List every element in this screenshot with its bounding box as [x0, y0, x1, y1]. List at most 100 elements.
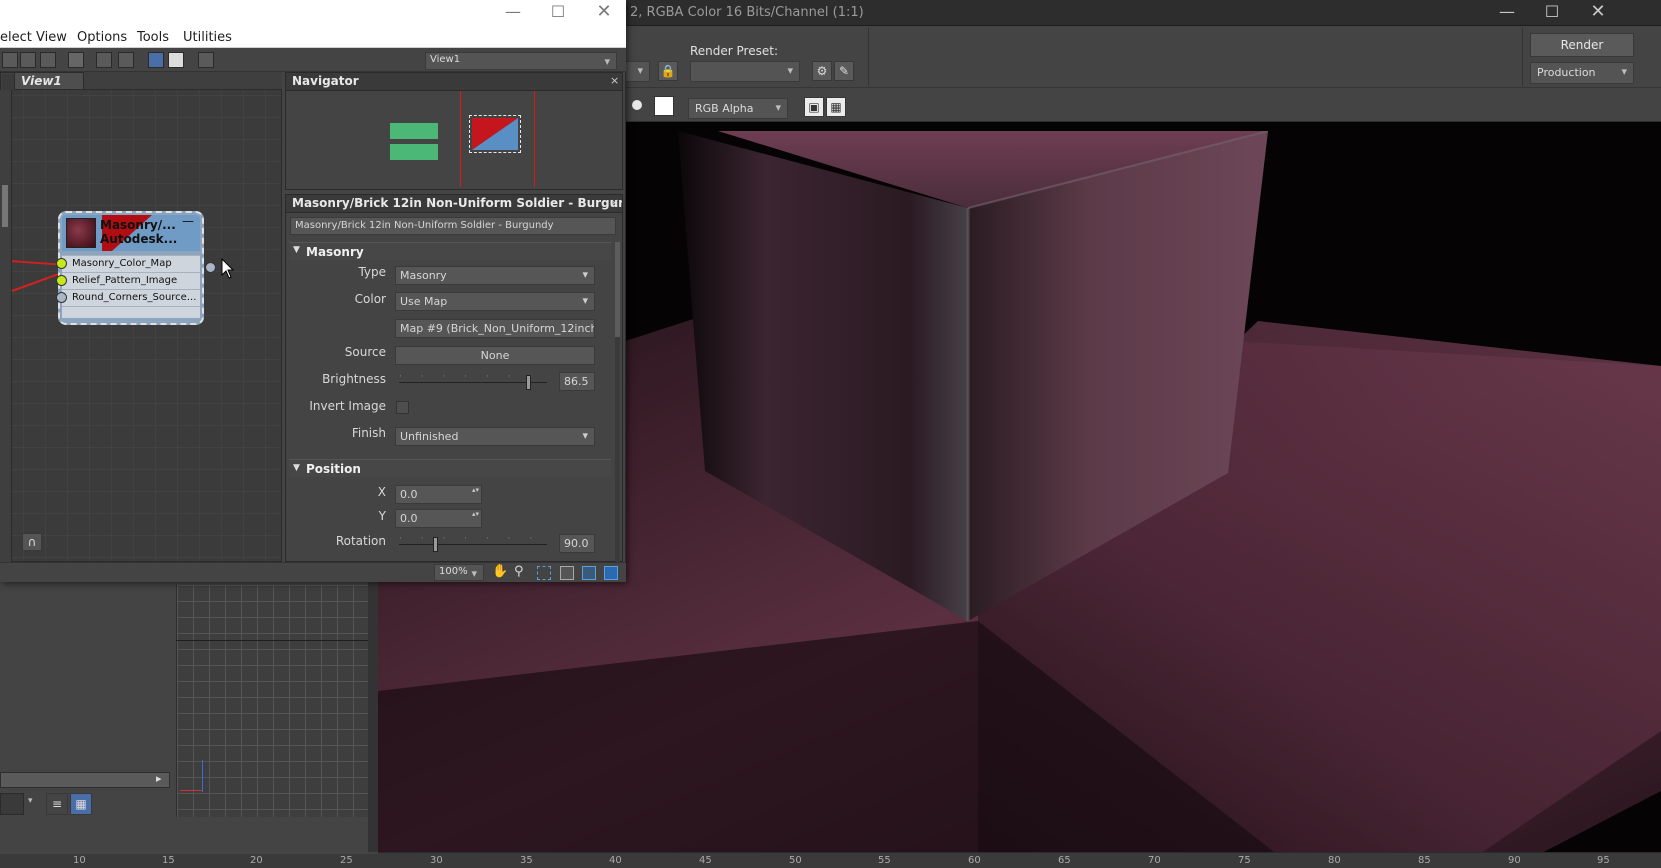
- render-minimize-icon[interactable]: —: [1497, 4, 1517, 20]
- timeline-tick: 50: [789, 855, 802, 866]
- vertical-scroll-thumb[interactable]: [2, 185, 8, 227]
- render-preset-dropdown[interactable]: [690, 61, 800, 82]
- view-selector-dropdown[interactable]: View1: [425, 52, 617, 70]
- zoom-dropdown[interactable]: 100%: [434, 564, 484, 581]
- render-setup-icon[interactable]: ⚙: [812, 61, 832, 81]
- brightness-slider-track[interactable]: [399, 382, 547, 383]
- material-name-field[interactable]: Masonry/Brick 12in Non-Uniform Soldier -…: [290, 217, 616, 235]
- input-socket[interactable]: [56, 292, 67, 303]
- zoom-extents-icon[interactable]: [560, 566, 574, 580]
- navigator-node-thumb: [390, 123, 438, 139]
- perspective-viewport[interactable]: [176, 585, 368, 817]
- render-maximize-icon[interactable]: ☐: [1542, 4, 1562, 20]
- horizontal-scrollbar[interactable]: [0, 772, 170, 788]
- input-socket[interactable]: [56, 258, 67, 269]
- material-browser-edge[interactable]: [0, 90, 12, 562]
- menu-tools[interactable]: Tools: [137, 30, 169, 45]
- render-close-icon[interactable]: ✕: [1588, 3, 1608, 21]
- slot-masonry-color-map[interactable]: Masonry_Color_Map: [62, 255, 200, 272]
- menu-utilities[interactable]: Utilities: [183, 30, 232, 45]
- assign-material-icon[interactable]: [68, 52, 84, 68]
- rotation-slider-thumb[interactable]: [433, 537, 438, 552]
- brightness-label: Brightness: [322, 372, 386, 386]
- environment-icon[interactable]: ✎: [834, 61, 854, 81]
- zoom-extents-selected-icon[interactable]: [582, 566, 596, 580]
- masonry-rollout-title: Masonry: [306, 245, 364, 259]
- channel-dropdown-label: RGB Alpha: [695, 102, 754, 115]
- source-button[interactable]: None: [395, 346, 595, 365]
- pan-to-selected-icon[interactable]: [604, 566, 618, 580]
- production-dropdown[interactable]: Production: [1530, 62, 1634, 84]
- param-panel-title-text: Masonry/Brick 12in Non-Uniform Soldier -…: [292, 196, 622, 210]
- y-spinner[interactable]: 0.0: [395, 509, 482, 528]
- brightness-slider-thumb[interactable]: [526, 375, 531, 390]
- layer-field[interactable]: [0, 793, 24, 815]
- zoom-magnifier-icon[interactable]: ⚲: [514, 564, 524, 579]
- pick-material-icon[interactable]: [20, 52, 36, 68]
- timeline-tick: 70: [1148, 855, 1161, 866]
- menu-view[interactable]: View: [36, 30, 67, 45]
- channel-dropdown[interactable]: RGB Alpha: [688, 98, 788, 119]
- slot-relief-pattern-image[interactable]: Relief_Pattern_Image: [62, 272, 200, 289]
- layers-icon[interactable]: ≡: [46, 793, 68, 815]
- rotation-slider-track[interactable]: [399, 544, 547, 545]
- zoom-region-icon[interactable]: [537, 566, 551, 580]
- layer-dropdown-icon[interactable]: ▾: [28, 796, 33, 806]
- timeline-tick: 20: [250, 855, 263, 866]
- slot-round-corners-source[interactable]: Round_Corners_Source...: [62, 289, 200, 306]
- timeline-tick: 80: [1328, 855, 1341, 866]
- collapse-node-icon[interactable]: —: [182, 214, 194, 228]
- menu-select[interactable]: elect: [0, 30, 32, 45]
- output-socket[interactable]: [205, 262, 216, 273]
- print-frame-icon[interactable]: ▦: [826, 97, 846, 117]
- put-to-scene-icon[interactable]: [40, 52, 56, 68]
- axis-z-icon: [202, 760, 203, 792]
- navigator-viewport-rect[interactable]: [469, 115, 521, 153]
- select-tool-icon[interactable]: [2, 52, 18, 68]
- menu-options[interactable]: Options: [77, 30, 127, 45]
- slate-minimize-icon[interactable]: —: [503, 4, 523, 20]
- slate-close-icon[interactable]: ✕: [594, 3, 614, 21]
- background-color-swatch[interactable]: [654, 96, 674, 116]
- timeline-tick: 55: [878, 855, 891, 866]
- finish-dropdown[interactable]: Unfinished: [395, 427, 595, 446]
- viewport-divider[interactable]: [368, 582, 378, 852]
- color-map-button[interactable]: Map #9 (Brick_Non_Uniform_12inch_Soldie: [395, 319, 595, 338]
- rollout-collapse-icon[interactable]: ▼: [293, 463, 300, 473]
- zoom-value: 100%: [439, 566, 468, 577]
- layout-children-icon[interactable]: [168, 52, 184, 68]
- material-navigator-icon[interactable]: [198, 52, 214, 68]
- move-children-icon[interactable]: [96, 52, 112, 68]
- clone-frame-icon[interactable]: ▣: [804, 97, 824, 117]
- rollout-collapse-icon[interactable]: ▼: [293, 245, 300, 255]
- navigator-title-text: Navigator: [292, 74, 359, 88]
- slate-titlebar: [0, 0, 626, 26]
- hide-unused-slots-icon[interactable]: [118, 52, 134, 68]
- node-title-line2: Autodesk...: [100, 232, 178, 246]
- navigator-selected-node: [472, 118, 518, 150]
- type-dropdown[interactable]: Masonry: [395, 266, 595, 285]
- pan-hand-icon[interactable]: ✋: [492, 564, 508, 579]
- brightness-value[interactable]: 86.5: [559, 372, 595, 391]
- invert-image-label: Invert Image: [309, 399, 386, 413]
- mono-circle-icon[interactable]: [632, 100, 642, 110]
- param-scroll-thumb[interactable]: [615, 242, 620, 337]
- render-button[interactable]: Render: [1530, 33, 1634, 57]
- layer-explorer-icon[interactable]: ▦: [70, 793, 92, 815]
- x-spinner[interactable]: 0.0: [395, 485, 482, 504]
- timeline-tick: 45: [699, 855, 712, 866]
- invert-image-checkbox[interactable]: [396, 401, 409, 414]
- material-browser-toggle-icon[interactable]: ∩: [22, 533, 42, 551]
- scroll-right-icon[interactable]: ▸: [156, 772, 162, 785]
- slate-maximize-icon[interactable]: ☐: [548, 4, 568, 20]
- tab-view1[interactable]: View1: [14, 72, 84, 90]
- param-close-icon[interactable]: ×: [610, 196, 619, 209]
- input-socket[interactable]: [56, 275, 67, 286]
- layout-all-icon[interactable]: [148, 52, 164, 68]
- node-title: Masonry/... Autodesk...: [100, 218, 177, 246]
- lock-icon[interactable]: 🔒: [658, 61, 678, 81]
- rotation-value[interactable]: 90.0: [559, 534, 595, 553]
- mouse-cursor-icon: [221, 258, 235, 279]
- navigator-close-icon[interactable]: ×: [610, 74, 619, 87]
- color-dropdown[interactable]: Use Map: [395, 292, 595, 311]
